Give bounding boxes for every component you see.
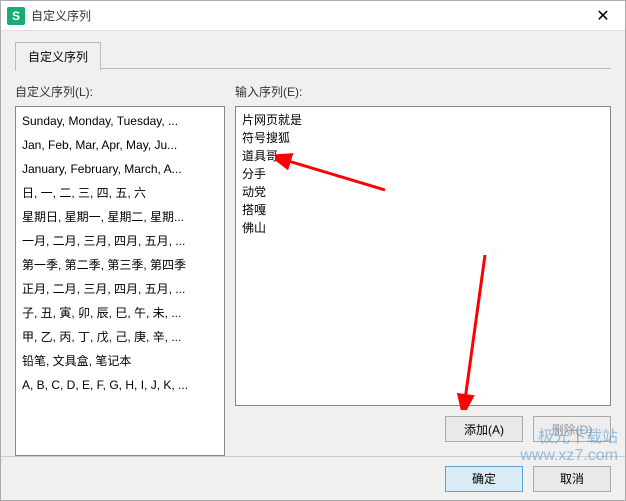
close-button[interactable]: ✕ — [581, 1, 625, 31]
delete-button: 删除(D) — [533, 416, 611, 442]
content-area: 自定义序列 自定义序列(L): Sunday, Monday, Tuesday,… — [1, 31, 625, 456]
list-item[interactable]: 第一季, 第二季, 第三季, 第四季 — [16, 253, 224, 277]
left-column: 自定义序列(L): Sunday, Monday, Tuesday, ...Ja… — [15, 83, 225, 456]
right-column: 输入序列(E): 片网页就是 符号搜狐 道具哥 分手 动党 搭嘎 佛山 添加(A… — [235, 83, 611, 456]
app-icon: S — [7, 7, 25, 25]
titlebar: S 自定义序列 ✕ — [1, 1, 625, 31]
list-item[interactable]: 甲, 乙, 丙, 丁, 戊, 己, 庚, 辛, ... — [16, 325, 224, 349]
left-label: 自定义序列(L): — [15, 83, 225, 100]
list-item[interactable]: Jan, Feb, Mar, Apr, May, Ju... — [16, 133, 224, 157]
dialog-window: S 自定义序列 ✕ 自定义序列 自定义序列(L): Sunday, Monday… — [0, 0, 626, 501]
tab-custom-sequence[interactable]: 自定义序列 — [15, 42, 101, 71]
tab-row: 自定义序列 — [15, 41, 611, 69]
window-title: 自定义序列 — [31, 7, 581, 24]
list-item[interactable]: January, February, March, A... — [16, 157, 224, 181]
input-sequence-textarea[interactable]: 片网页就是 符号搜狐 道具哥 分手 动党 搭嘎 佛山 — [235, 106, 611, 406]
dialog-footer: 确定 取消 — [1, 456, 625, 500]
cancel-button[interactable]: 取消 — [533, 466, 611, 492]
add-button[interactable]: 添加(A) — [445, 416, 523, 442]
list-item[interactable]: 子, 丑, 寅, 卯, 辰, 巳, 午, 未, ... — [16, 301, 224, 325]
custom-sequence-listbox[interactable]: Sunday, Monday, Tuesday, ...Jan, Feb, Ma… — [15, 106, 225, 456]
list-item[interactable]: 正月, 二月, 三月, 四月, 五月, ... — [16, 277, 224, 301]
list-item[interactable]: 星期日, 星期一, 星期二, 星期... — [16, 205, 224, 229]
ok-button[interactable]: 确定 — [445, 466, 523, 492]
sequence-action-row: 添加(A) 删除(D) — [235, 416, 611, 442]
list-item[interactable]: 一月, 二月, 三月, 四月, 五月, ... — [16, 229, 224, 253]
list-item[interactable]: Sunday, Monday, Tuesday, ... — [16, 109, 224, 133]
list-item[interactable]: 铅笔, 文具盒, 笔记本 — [16, 349, 224, 373]
close-icon: ✕ — [596, 6, 609, 26]
list-item[interactable]: 日, 一, 二, 三, 四, 五, 六 — [16, 181, 224, 205]
right-label: 输入序列(E): — [235, 83, 611, 100]
main-panel: 自定义序列(L): Sunday, Monday, Tuesday, ...Ja… — [15, 69, 611, 456]
list-item[interactable]: A, B, C, D, E, F, G, H, I, J, K, ... — [16, 373, 224, 397]
